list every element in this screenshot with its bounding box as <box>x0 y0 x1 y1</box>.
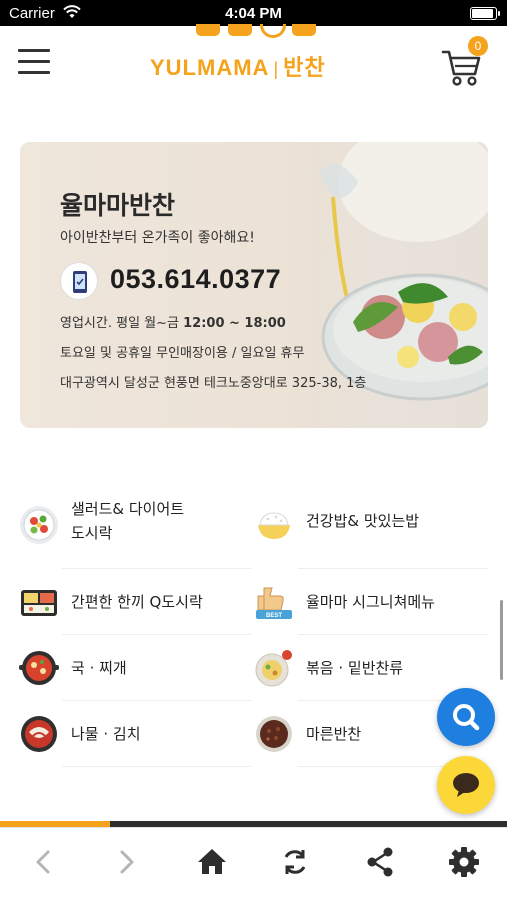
scrollbar[interactable] <box>500 600 503 680</box>
settings-button[interactable] <box>444 842 484 882</box>
salad-bowl-icon <box>20 506 58 544</box>
home-button[interactable] <box>192 842 232 882</box>
search-icon <box>453 704 480 731</box>
category-label-line2: 도시락 <box>71 524 113 542</box>
hamburger-menu-icon[interactable] <box>18 49 50 75</box>
store-address: 대구광역시 달성군 현풍면 테크노중앙대로 325-38, 1층 <box>60 376 367 391</box>
chat-bubble-icon <box>453 773 479 797</box>
share-button[interactable] <box>360 842 400 882</box>
logo-korean-text: 반찬 <box>283 55 326 80</box>
status-bar: Carrier 4:04 PM <box>0 0 507 26</box>
app-header: YULMAMA | 반찬 0 <box>0 24 507 106</box>
forward-arrow-icon <box>120 850 134 874</box>
category-label-line1: 율마마 시그니쳐메뉴 <box>306 593 435 611</box>
category-salad-diet[interactable]: 샐러드& 다이어트 도시락 <box>19 495 234 555</box>
floating-chat-button[interactable] <box>437 756 495 814</box>
clock: 4:04 PM <box>225 5 282 22</box>
divider <box>62 634 252 635</box>
yulmama-logo[interactable]: YULMAMA | 반찬 <box>150 24 360 86</box>
category-label-line1: 국 · 찌개 <box>71 659 127 677</box>
home-icon <box>198 849 226 874</box>
divider <box>62 766 252 767</box>
divider <box>62 568 252 569</box>
gear-icon <box>449 847 479 877</box>
back-arrow-icon <box>36 850 50 874</box>
divider <box>62 700 252 701</box>
logo-text: YULMAMA <box>150 55 270 80</box>
category-namul-kimchi[interactable]: 나물 · 김치 <box>19 704 234 764</box>
phone-icon[interactable] <box>60 262 98 300</box>
store-phone-number[interactable]: 053.614.0377 <box>110 264 281 295</box>
lunchbox-icon <box>21 590 57 616</box>
soup-pot-icon <box>19 651 59 685</box>
battery-icon <box>470 7 500 20</box>
category-healthy-rice[interactable]: 건강밥& 맛있는밥 <box>254 495 484 555</box>
refresh-icon <box>284 850 306 874</box>
bottom-toolbar <box>0 827 507 900</box>
cart-count-badge: 0 <box>468 36 488 56</box>
forward-button[interactable] <box>106 842 146 882</box>
category-label-line1: 나물 · 김치 <box>71 725 141 743</box>
divider <box>298 634 488 635</box>
dried-dish-bowl-icon <box>256 716 292 752</box>
floating-search-button[interactable] <box>437 688 495 746</box>
category-label-line1: 간편한 한끼 Q도시락 <box>71 593 203 611</box>
business-hours: 영업시간. 평일 월~금 12:00 ~ 18:00 <box>60 312 286 331</box>
category-quick-lunchbox[interactable]: 간편한 한끼 Q도시락 <box>19 572 234 632</box>
category-label-line1: 건강밥& 맛있는밥 <box>306 512 420 530</box>
side-dish-plate-icon <box>255 650 292 687</box>
logo-shapes <box>190 24 320 38</box>
back-button[interactable] <box>24 842 64 882</box>
refresh-button[interactable] <box>275 842 315 882</box>
store-tagline: 아이반찬부터 온가족이 좋아해요! <box>60 230 255 246</box>
category-label-line1: 샐러드& 다이어트 <box>71 500 185 518</box>
category-signature-menu[interactable]: BEST 율마마 시그니쳐메뉴 <box>254 572 484 632</box>
best-thumbs-up-icon: BEST <box>256 587 292 619</box>
share-icon <box>367 847 393 877</box>
category-label-line1: 볶음 · 밑반찬류 <box>306 659 404 677</box>
hours-time: 12:00 ~ 18:00 <box>183 316 286 331</box>
store-name-title: 율마마반찬 <box>60 191 176 220</box>
category-label-line1: 마른반찬 <box>306 725 362 743</box>
store-info-banner: 율마마반찬 아이반찬부터 온가족이 좋아해요! 053.614.0377 영업시… <box>20 142 488 428</box>
svg-text:BEST: BEST <box>266 613 282 619</box>
category-soup-stew[interactable]: 국 · 찌개 <box>19 638 234 698</box>
divider <box>298 568 488 569</box>
kimchi-bowl-icon <box>21 716 57 752</box>
cart-button[interactable]: 0 <box>441 36 491 86</box>
rice-bowl-icon <box>258 512 290 539</box>
hours-prefix: 영업시간. 평일 월~금 <box>60 316 184 331</box>
weekend-note: 토요일 및 공휴일 무인매장이용 / 일요일 휴무 <box>60 346 305 361</box>
